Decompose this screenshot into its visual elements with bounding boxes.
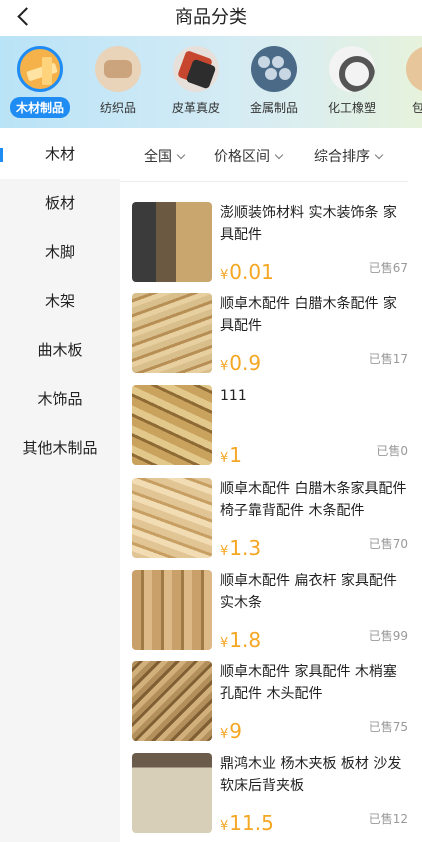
product-card[interactable]: 顺卓木配件 白腊木条配件 家具配件 ¥0.9 已售17 bbox=[132, 293, 408, 375]
currency-symbol: ¥ bbox=[220, 819, 229, 834]
sidebar-item-bent-board[interactable]: 曲木板 bbox=[0, 326, 120, 375]
price-value: 1.3 bbox=[229, 536, 262, 560]
wood-products-icon bbox=[17, 46, 63, 92]
chevron-down-icon bbox=[274, 150, 284, 160]
category-label: 皮革真皮 bbox=[171, 101, 220, 115]
sold-count: 已售75 bbox=[368, 720, 408, 734]
sold-count: 已售12 bbox=[368, 812, 408, 826]
subcategory-sidebar: 木材 板材 木脚 木架 曲木板 木饰品 其他木制品 bbox=[0, 130, 120, 842]
category-label: 化工橡塑 bbox=[327, 101, 376, 115]
category-label: 木材制品 bbox=[9, 97, 70, 118]
sidebar-item-wood-legs[interactable]: 木脚 bbox=[0, 228, 120, 277]
more-category-icon bbox=[406, 46, 422, 92]
category-metal[interactable]: 金属制品 bbox=[236, 46, 312, 116]
product-name: 鼎鸿木业 杨木夹板 板材 沙发软床后背夹板 bbox=[220, 756, 402, 794]
page-title: 商品分类 bbox=[175, 7, 247, 28]
product-price: ¥1.8 bbox=[220, 628, 261, 652]
product-card[interactable]: 顺卓木配件 白腊木条家具配件 椅子靠背配件 木条配件 ¥1.3 已售70 bbox=[132, 478, 408, 560]
currency-symbol: ¥ bbox=[220, 636, 229, 651]
product-price: ¥1.3 bbox=[220, 536, 261, 560]
price-value: 0.01 bbox=[229, 260, 274, 284]
product-image bbox=[132, 202, 212, 282]
currency-symbol: ¥ bbox=[220, 451, 229, 466]
category-wood-products[interactable]: 木材制品 bbox=[2, 46, 78, 118]
product-card[interactable]: 顺卓木配件 扁衣杆 家具配件 实木条 ¥1.8 已售99 bbox=[132, 570, 408, 652]
product-price: ¥1 bbox=[220, 443, 242, 467]
metal-products-icon bbox=[251, 46, 297, 92]
chevron-down-icon bbox=[374, 150, 384, 160]
product-name: 顺卓木配件 家具配件 木梢塞孔配件 木头配件 bbox=[220, 664, 397, 702]
product-name: 顺卓木配件 白腊木条家具配件 椅子靠背配件 木条配件 bbox=[220, 481, 407, 519]
product-price: ¥9 bbox=[220, 719, 242, 743]
product-image bbox=[132, 570, 212, 650]
sidebar-item-wood[interactable]: 木材 bbox=[0, 130, 120, 179]
chevron-down-icon bbox=[176, 150, 186, 160]
filter-bar: 全国 价格区间 综合排序 bbox=[120, 130, 422, 182]
product-price: ¥0.9 bbox=[220, 351, 261, 375]
product-name: 顺卓木配件 扁衣杆 家具配件 实木条 bbox=[220, 573, 397, 611]
sold-count: 已售0 bbox=[376, 444, 408, 458]
sidebar-item-wood-decor[interactable]: 木饰品 bbox=[0, 375, 120, 424]
price-value: 11.5 bbox=[229, 811, 274, 835]
product-price: ¥11.5 bbox=[220, 811, 274, 835]
region-filter-label: 全国 bbox=[144, 149, 172, 165]
category-chemical[interactable]: 化工橡塑 bbox=[314, 46, 390, 116]
region-filter[interactable]: 全国 bbox=[144, 146, 186, 166]
category-textile[interactable]: 纺织品 bbox=[80, 46, 156, 116]
product-card[interactable]: 111 ¥1 已售0 bbox=[132, 385, 408, 467]
price-value: 0.9 bbox=[229, 351, 262, 375]
currency-symbol: ¥ bbox=[220, 268, 229, 283]
product-card[interactable]: 鼎鸿木业 杨木夹板 板材 沙发软床后背夹板 ¥11.5 已售12 bbox=[132, 753, 408, 835]
category-leather[interactable]: 皮革真皮 bbox=[158, 46, 234, 116]
product-image bbox=[132, 661, 212, 741]
product-list: 澎顺装饰材料 实木装饰条 家具配件 ¥0.01 已售67 顺卓木配件 白腊木条配… bbox=[120, 182, 422, 842]
price-value: 1 bbox=[229, 443, 243, 467]
price-value: 9 bbox=[229, 719, 243, 743]
chemical-rubber-icon bbox=[329, 46, 375, 92]
product-image bbox=[132, 293, 212, 373]
product-name: 111 bbox=[220, 388, 247, 404]
category-strip: 木材制品 纺织品 皮革真皮 金属制品 化工橡塑 包 bbox=[0, 36, 422, 128]
product-card[interactable]: 顺卓木配件 家具配件 木梢塞孔配件 木头配件 ¥9 已售75 bbox=[132, 661, 408, 743]
category-label: 金属制品 bbox=[249, 101, 298, 115]
leather-icon bbox=[173, 46, 219, 92]
category-label: 包 bbox=[412, 101, 422, 115]
product-image bbox=[132, 753, 212, 833]
top-bar: 商品分类 bbox=[0, 0, 422, 36]
sold-count: 已售67 bbox=[368, 261, 408, 275]
product-price: ¥0.01 bbox=[220, 260, 274, 284]
product-image bbox=[132, 478, 212, 558]
sold-count: 已售70 bbox=[368, 537, 408, 551]
product-name: 澎顺装饰材料 实木装饰条 家具配件 bbox=[220, 205, 397, 243]
category-more[interactable]: 包 bbox=[382, 46, 422, 116]
price-filter[interactable]: 价格区间 bbox=[214, 146, 284, 166]
sidebar-item-board[interactable]: 板材 bbox=[0, 179, 120, 228]
product-name: 顺卓木配件 白腊木条配件 家具配件 bbox=[220, 296, 397, 334]
textile-icon bbox=[95, 46, 141, 92]
sidebar-item-other-wood[interactable]: 其他木制品 bbox=[0, 424, 120, 473]
sidebar-item-wood-rack[interactable]: 木架 bbox=[0, 277, 120, 326]
sort-filter[interactable]: 综合排序 bbox=[314, 146, 384, 166]
currency-symbol: ¥ bbox=[220, 359, 229, 374]
sold-count: 已售17 bbox=[368, 352, 408, 366]
sold-count: 已售99 bbox=[368, 629, 408, 643]
currency-symbol: ¥ bbox=[220, 727, 229, 742]
product-image bbox=[132, 385, 212, 465]
category-label: 纺织品 bbox=[99, 101, 136, 115]
currency-symbol: ¥ bbox=[220, 544, 229, 559]
sort-filter-label: 综合排序 bbox=[314, 149, 370, 165]
price-value: 1.8 bbox=[229, 628, 262, 652]
price-filter-label: 价格区间 bbox=[214, 149, 270, 165]
product-card[interactable]: 澎顺装饰材料 实木装饰条 家具配件 ¥0.01 已售67 bbox=[132, 202, 408, 284]
